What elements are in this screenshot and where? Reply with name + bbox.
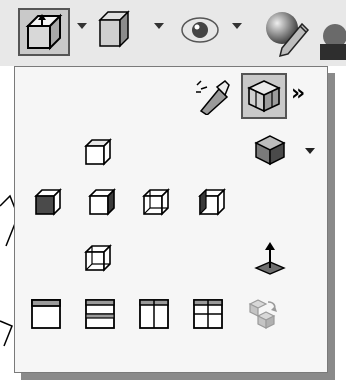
link-views-icon [248,299,277,329]
more-button[interactable]: » [291,81,305,106]
two-view-vertical-button[interactable] [133,293,175,335]
view-orientation-flyout: » [14,66,328,373]
front-view-icon [34,188,62,216]
chevron-down-icon[interactable] [77,22,87,30]
link-views-button[interactable] [241,293,283,335]
two-viewport-vertical-icon [139,299,169,329]
two-view-horizontal-button[interactable] [79,293,121,335]
chevron-down-icon[interactable] [305,147,315,155]
bottom-view-button[interactable] [77,237,119,279]
top-view-icon [84,138,112,166]
shaded-cube-icon [98,10,130,48]
hide-show-items-button[interactable] [176,10,224,50]
right-view-icon [88,188,116,216]
view-selector-cube-icon [247,80,281,113]
flashlight-icon [196,80,230,115]
four-view-button[interactable] [187,293,229,335]
back-view-button[interactable] [135,181,177,223]
shaded-isometric-cube-icon [254,135,286,166]
sphere-pencil-icon [266,12,310,58]
eye-icon [181,17,219,43]
left-view-button[interactable] [191,181,233,223]
single-viewport-icon [31,299,61,329]
view-orientation-icon [25,13,63,51]
view-orientation-button[interactable] [18,8,70,56]
scene-icon [320,24,346,60]
bottom-view-icon [84,244,112,272]
isometric-button[interactable] [249,129,291,171]
chevron-down-icon[interactable] [232,22,242,30]
four-viewport-icon [193,299,223,329]
chevron-down-icon[interactable] [154,22,164,30]
single-view-button[interactable] [25,293,67,335]
display-style-button[interactable] [92,8,136,54]
heads-up-toolbar [0,0,346,66]
two-viewport-horizontal-icon [85,299,115,329]
normal-to-icon [254,242,286,275]
view-selector-button[interactable] [241,73,287,119]
front-view-button[interactable] [27,181,69,223]
left-view-icon [198,188,226,216]
zoom-to-selection-button[interactable] [191,75,233,117]
top-view-button[interactable] [77,131,119,173]
back-view-icon [142,188,170,216]
right-view-button[interactable] [81,181,123,223]
scene-button[interactable] [318,22,346,62]
normal-to-button[interactable] [249,237,291,279]
edit-appearance-button[interactable] [260,6,312,58]
